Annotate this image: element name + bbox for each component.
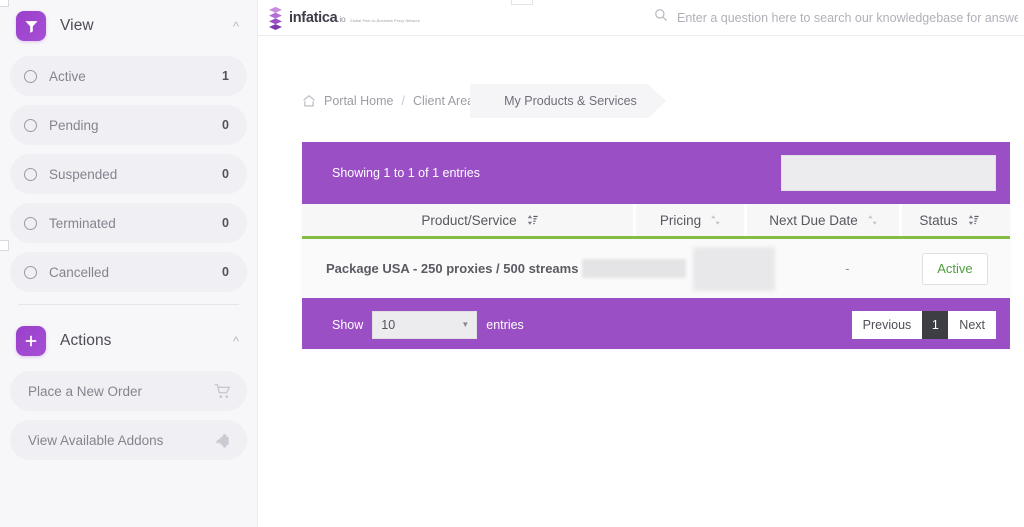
edge-artifact-top xyxy=(0,0,9,7)
brand-text: infatica.io Global Peer-to-Business Prox… xyxy=(289,9,420,27)
column-label: Pricing xyxy=(659,212,702,228)
column-header-pricing[interactable]: Pricing xyxy=(636,204,744,236)
cell-product-service[interactable]: Package USA - 250 proxies / 500 streams xyxy=(302,239,687,298)
sidebar-item-label: View Available Addons xyxy=(28,432,164,448)
search-input[interactable] xyxy=(677,10,1018,25)
sidebar-item-label: Terminated xyxy=(49,215,116,231)
plus-icon xyxy=(16,326,46,356)
redacted-pricing xyxy=(692,246,775,291)
products-services-table-card: Showing 1 to 1 of 1 entries Product/Serv… xyxy=(302,142,1010,349)
status-badge[interactable]: Active xyxy=(922,252,988,285)
sidebar-view-list: Active 1 Pending 0 Suspended 0 Terminate… xyxy=(0,52,257,292)
sort-both-icon[interactable] xyxy=(867,214,877,226)
showing-entries-text: Showing 1 to 1 of 1 entries xyxy=(332,166,481,180)
sidebar-item-count: 0 xyxy=(222,216,229,230)
table-header-bar: Showing 1 to 1 of 1 entries xyxy=(302,142,1010,204)
sidebar-item-count: 0 xyxy=(222,265,229,279)
sidebar-item-pending[interactable]: Pending 0 xyxy=(10,105,247,145)
column-header-product-service[interactable]: Product/Service xyxy=(302,204,633,236)
sidebar-view-title: View xyxy=(60,17,94,34)
sidebar-item-cancelled[interactable]: Cancelled 0 xyxy=(10,252,247,292)
pagination: Previous 1 Next xyxy=(851,311,996,339)
breadcrumb-separator: / xyxy=(401,94,405,108)
product-name: Package USA - 250 proxies / 500 streams xyxy=(326,261,579,276)
brand-logo[interactable]: infatica.io Global Peer-to-Business Prox… xyxy=(258,6,420,30)
sidebar-item-view-available-addons[interactable]: View Available Addons xyxy=(10,420,247,460)
table-search-input[interactable] xyxy=(781,155,996,191)
next-due-date-value: - xyxy=(845,261,850,276)
breadcrumb-current: My Products & Services xyxy=(504,94,637,108)
show-entries-control: Show 10 ▼ entries xyxy=(332,311,524,339)
entries-select-wrap: 10 ▼ xyxy=(372,311,478,339)
table-row[interactable]: Package USA - 250 proxies / 500 streams … xyxy=(302,239,1010,301)
sidebar-item-place-a-new-order[interactable]: Place a New Order xyxy=(10,371,247,411)
sidebar-item-terminated[interactable]: Terminated 0 xyxy=(10,203,247,243)
chevron-up-icon[interactable]: ^ xyxy=(233,335,241,348)
home-icon[interactable] xyxy=(302,94,316,108)
app-window: View ^ Active 1 Pending 0 Suspended 0 Te… xyxy=(0,0,1024,527)
sidebar-actions-title: Actions xyxy=(60,332,112,349)
main-content: Portal Home / Client Area My Products & … xyxy=(258,36,1024,527)
column-label: Next Due Date xyxy=(769,212,858,228)
sort-desc-icon[interactable] xyxy=(968,214,979,226)
radio-icon xyxy=(24,69,37,83)
radio-icon xyxy=(24,118,37,132)
sidebar-item-count: 0 xyxy=(222,167,229,181)
cell-status: Active xyxy=(914,239,996,298)
sidebar-item-label: Pending xyxy=(49,117,99,133)
radio-icon xyxy=(24,216,37,230)
sidebar-actions-list: Place a New Order View Available Addons xyxy=(0,367,257,460)
sidebar-item-label: Suspended xyxy=(49,166,118,182)
filter-icon xyxy=(16,11,46,41)
knowledgebase-search[interactable] xyxy=(654,8,1024,27)
breadcrumb-item-client-area[interactable]: Client Area xyxy=(413,94,474,108)
cell-next-due-date: - xyxy=(781,239,914,298)
sort-both-icon[interactable] xyxy=(711,214,720,226)
radio-icon xyxy=(24,167,37,181)
entries-label: entries xyxy=(486,318,524,332)
top-header: infatica.io Global Peer-to-Business Prox… xyxy=(258,0,1024,36)
previous-page-button[interactable]: Previous xyxy=(851,311,923,339)
sort-desc-icon[interactable] xyxy=(527,214,538,226)
table-head-row: Product/Service Pricing Next Due Date St… xyxy=(302,204,1010,239)
entries-per-page-select[interactable]: 10 xyxy=(372,311,478,339)
brand-name: infatica.io xyxy=(289,9,346,26)
shopping-cart-icon xyxy=(214,383,231,400)
header-stray-artifact xyxy=(511,0,533,5)
sidebar-item-suspended[interactable]: Suspended 0 xyxy=(10,154,247,194)
edge-artifact-mid xyxy=(0,240,9,251)
column-label: Status xyxy=(919,212,958,228)
table-footer-bar: Show 10 ▼ entries Previous 1 Next xyxy=(302,301,1010,349)
breadcrumb: Portal Home / Client Area My Products & … xyxy=(302,84,1024,118)
page-number-button-1[interactable]: 1 xyxy=(922,311,949,339)
brand-tagline: Global Peer-to-Business Proxy Network xyxy=(349,18,420,23)
column-header-status[interactable]: Status xyxy=(902,204,996,236)
breadcrumb-current-wrap: My Products & Services xyxy=(488,84,637,118)
sidebar-item-label: Cancelled xyxy=(49,264,110,280)
puzzle-icon xyxy=(214,432,231,449)
sidebar-view-header[interactable]: View ^ xyxy=(0,0,257,52)
sidebar-actions-header[interactable]: Actions ^ xyxy=(0,315,257,367)
show-label: Show xyxy=(332,318,364,332)
sidebar: View ^ Active 1 Pending 0 Suspended 0 Te… xyxy=(0,0,258,527)
radio-icon xyxy=(24,265,37,279)
sidebar-item-label: Place a New Order xyxy=(28,383,143,399)
breadcrumb-item-portal-home[interactable]: Portal Home xyxy=(324,94,393,108)
chevron-up-icon[interactable]: ^ xyxy=(233,20,241,33)
sidebar-divider xyxy=(18,304,239,305)
sidebar-item-count: 1 xyxy=(222,69,229,83)
sidebar-item-count: 0 xyxy=(222,118,229,132)
column-header-next-due-date[interactable]: Next Due Date xyxy=(747,204,899,236)
sidebar-item-active[interactable]: Active 1 xyxy=(10,56,247,96)
redacted-product-detail xyxy=(582,259,687,278)
infatica-logo-icon xyxy=(268,6,283,30)
search-icon xyxy=(654,8,668,27)
brand-suffix: .io xyxy=(337,13,346,24)
cell-pricing xyxy=(686,239,780,298)
next-page-button[interactable]: Next xyxy=(948,311,996,339)
column-label: Product/Service xyxy=(421,212,517,228)
sidebar-item-label: Active xyxy=(49,68,86,84)
